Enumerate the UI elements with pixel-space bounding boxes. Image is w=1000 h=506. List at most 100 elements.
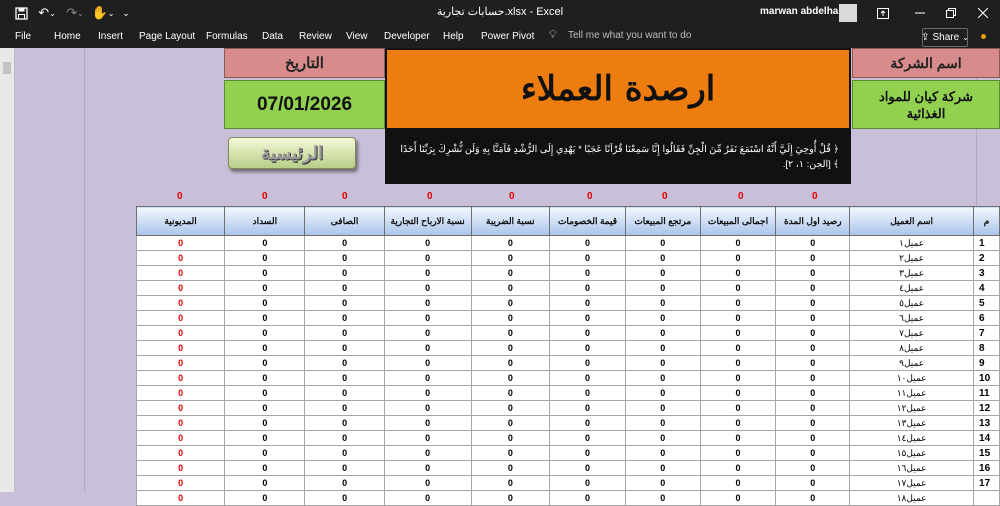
cell-profit-ratio[interactable]: 0 [383,445,472,461]
cell-payment[interactable]: 0 [224,460,306,476]
cell-debt[interactable]: 0 [135,460,226,476]
cell-payment[interactable]: 0 [224,250,306,266]
cell-tax-ratio[interactable]: 0 [470,460,551,476]
home-button[interactable]: الرئيسية [228,137,356,169]
cell-net[interactable]: 0 [304,430,385,446]
cell-customer-name[interactable]: عميل١١ [849,385,975,401]
header-tax-ratio[interactable]: نسبة الضريبة [470,206,551,236]
cell-net[interactable]: 0 [304,235,385,251]
cell-tax-ratio[interactable]: 0 [470,265,551,281]
cell-index[interactable]: 15 [973,445,1000,461]
cell-opening-balance[interactable]: 0 [775,370,851,386]
cell-profit-ratio[interactable]: 0 [383,460,472,476]
cell-discounts[interactable]: 0 [549,340,626,356]
cell-index[interactable]: 10 [973,370,1000,386]
cell-index[interactable]: 8 [973,340,1000,356]
cell-returns[interactable]: 0 [624,445,701,461]
cell-tax-ratio[interactable]: 0 [470,310,551,326]
cell-payment[interactable]: 0 [224,325,306,341]
cell-payment[interactable]: 0 [224,475,306,491]
cell-total-sales[interactable]: 0 [699,280,777,296]
cell-net[interactable]: 0 [304,250,385,266]
cell-profit-ratio[interactable]: 0 [383,475,472,491]
tab-help[interactable]: Help [443,31,464,42]
cell-customer-name[interactable]: عميل٢ [849,250,975,266]
vertical-scrollbar[interactable] [0,48,15,492]
header-index[interactable]: م [973,206,1000,236]
cell-debt[interactable]: 0 [135,370,226,386]
cell-discounts[interactable]: 0 [549,370,626,386]
header-payment[interactable]: السداد [224,206,306,236]
cell-index[interactable]: 9 [973,355,1000,371]
cell-opening-balance[interactable]: 0 [775,385,851,401]
cell-profit-ratio[interactable]: 0 [383,280,472,296]
cell-debt[interactable]: 0 [135,325,226,341]
tab-developer[interactable]: Developer [384,31,430,42]
header-debt[interactable]: المديونية [135,206,226,236]
cell-net[interactable]: 0 [304,340,385,356]
cell-returns[interactable]: 0 [624,265,701,281]
cell-customer-name[interactable]: عميل٣ [849,265,975,281]
cell-debt[interactable]: 0 [135,445,226,461]
cell-opening-balance[interactable]: 0 [775,490,851,506]
cell-total-sales[interactable]: 0 [699,370,777,386]
cell-debt[interactable]: 0 [135,280,226,296]
header-net[interactable]: الصافى [304,206,385,236]
cell-payment[interactable]: 0 [224,295,306,311]
tab-data[interactable]: Data [262,31,283,42]
cell-index[interactable]: 7 [973,325,1000,341]
cell-opening-balance[interactable]: 0 [775,400,851,416]
minimize-icon[interactable] [910,3,930,23]
cell-index[interactable]: 17 [973,475,1000,491]
cell-index[interactable] [973,490,1000,506]
company-name[interactable]: شركة كيان للمواد الغذائية [852,80,1000,129]
cell-debt[interactable]: 0 [135,430,226,446]
cell-payment[interactable]: 0 [224,415,306,431]
cell-total-sales[interactable]: 0 [699,430,777,446]
cell-tax-ratio[interactable]: 0 [470,370,551,386]
cell-profit-ratio[interactable]: 0 [383,310,472,326]
cell-profit-ratio[interactable]: 0 [383,370,472,386]
cell-profit-ratio[interactable]: 0 [383,235,472,251]
cell-opening-balance[interactable]: 0 [775,430,851,446]
cell-discounts[interactable]: 0 [549,250,626,266]
cell-discounts[interactable]: 0 [549,460,626,476]
cell-index[interactable]: 4 [973,280,1000,296]
cell-discounts[interactable]: 0 [549,430,626,446]
cell-profit-ratio[interactable]: 0 [383,295,472,311]
cell-debt[interactable]: 0 [135,310,226,326]
cell-net[interactable]: 0 [304,265,385,281]
cell-index[interactable]: 6 [973,310,1000,326]
cell-opening-balance[interactable]: 0 [775,235,851,251]
cell-debt[interactable]: 0 [135,355,226,371]
cell-opening-balance[interactable]: 0 [775,280,851,296]
cell-tax-ratio[interactable]: 0 [470,280,551,296]
cell-discounts[interactable]: 0 [549,280,626,296]
cell-total-sales[interactable]: 0 [699,325,777,341]
cell-net[interactable]: 0 [304,445,385,461]
cell-customer-name[interactable]: عميل١٧ [849,475,975,491]
cell-index[interactable]: 1 [973,235,1000,251]
cell-returns[interactable]: 0 [624,280,701,296]
cell-total-sales[interactable]: 0 [699,310,777,326]
cell-returns[interactable]: 0 [624,370,701,386]
cell-payment[interactable]: 0 [224,490,306,506]
cell-net[interactable]: 0 [304,460,385,476]
cell-debt[interactable]: 0 [135,475,226,491]
cell-tax-ratio[interactable]: 0 [470,385,551,401]
cell-discounts[interactable]: 0 [549,475,626,491]
cell-payment[interactable]: 0 [224,445,306,461]
cell-net[interactable]: 0 [304,310,385,326]
header-total-sales[interactable]: اجمالى المبيعات [699,206,777,236]
cell-net[interactable]: 0 [304,355,385,371]
cell-returns[interactable]: 0 [624,475,701,491]
cell-opening-balance[interactable]: 0 [775,250,851,266]
cell-tax-ratio[interactable]: 0 [470,445,551,461]
cell-discounts[interactable]: 0 [549,355,626,371]
cell-total-sales[interactable]: 0 [699,355,777,371]
cell-tax-ratio[interactable]: 0 [470,355,551,371]
cell-customer-name[interactable]: عميل١٥ [849,445,975,461]
cell-returns[interactable]: 0 [624,325,701,341]
header-opening-balance[interactable]: رصيد اول المدة [775,206,851,236]
cell-total-sales[interactable]: 0 [699,415,777,431]
